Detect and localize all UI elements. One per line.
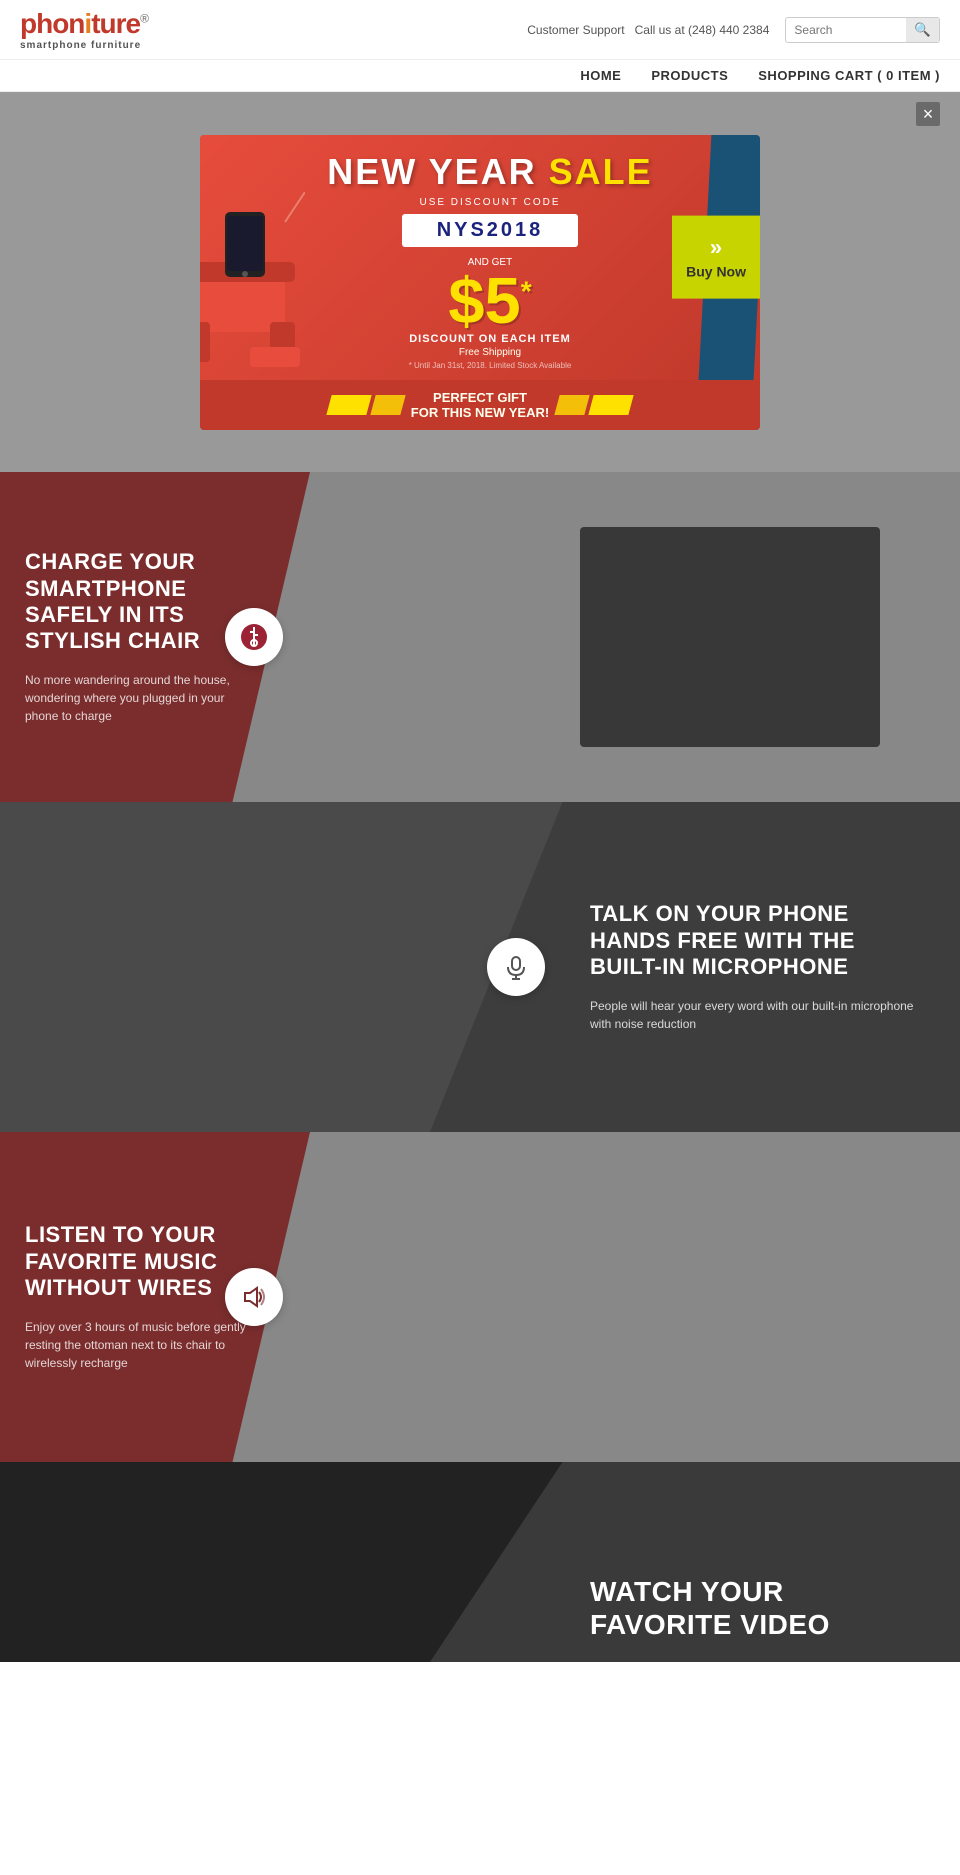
promo-code-box: NYS2018	[402, 214, 579, 247]
promo-arrows-right	[557, 395, 631, 415]
buy-now-button[interactable]: » Buy Now	[672, 216, 760, 299]
logo-text: phoniture®	[20, 8, 148, 40]
feature-2-icon-circle	[487, 938, 545, 996]
feature-3-desc: Enjoy over 3 hours of music before gentl…	[25, 1318, 255, 1372]
header-links: Customer Support Call us at (248) 440 23…	[527, 23, 769, 37]
feature-1-product-image	[580, 527, 880, 747]
promo-gift-text: PERFECT GIFTFOR THIS NEW YEAR!	[411, 390, 549, 420]
nav-products[interactable]: PRODUCTS	[651, 68, 728, 83]
feature-2-title: TALK ON YOUR PHONE HANDS FREE WITH THE B…	[590, 901, 930, 980]
promo-section: ×	[0, 92, 960, 472]
usb-icon	[240, 623, 268, 651]
feature-music-section: LISTEN TO YOUR FAVORITE MUSIC WITHOUT WI…	[0, 1132, 960, 1462]
nav-home[interactable]: HOME	[580, 68, 621, 83]
logo-subtitle: smartphone furniture	[20, 40, 148, 51]
header-right: Customer Support Call us at (248) 440 23…	[527, 17, 940, 43]
search-input[interactable]	[786, 19, 906, 41]
search-box[interactable]: 🔍	[785, 17, 940, 43]
feature-4-title: WATCH YOUR FAVORITE VIDEO	[590, 1575, 930, 1642]
promo-chair-image	[200, 192, 305, 372]
feature-microphone-section: TALK ON YOUR PHONE HANDS FREE WITH THE B…	[0, 802, 960, 1132]
feature-3-icon-circle	[225, 1268, 283, 1326]
promo-discount-text: DISCOUNT ON EACH ITEM	[300, 333, 680, 345]
speaker-icon	[240, 1283, 268, 1311]
promo-free-shipping: Free Shipping	[300, 347, 680, 358]
promo-price: $5*	[300, 268, 680, 333]
main-nav: HOME PRODUCTS SHOPPING CART ( 0 ITEM )	[0, 60, 960, 92]
nav-cart[interactable]: SHOPPING CART ( 0 ITEM )	[758, 68, 940, 83]
feature-1-desc: No more wandering around the house, wond…	[25, 671, 255, 725]
search-icon: 🔍	[914, 22, 931, 37]
promo-banner: NEW YEAR SALE USE DISCOUNT CODE NYS2018 …	[200, 135, 760, 430]
phone-number: Call us at (248) 440 2384	[635, 23, 770, 37]
feature-4-content: WATCH YOUR FAVORITE VIDEO	[530, 1462, 960, 1662]
promo-fine-print: * Until Jan 31st, 2018. Limited Stock Av…	[300, 361, 680, 370]
feature-1-icon-circle	[225, 608, 283, 666]
logo[interactable]: phoniture® smartphone furniture	[20, 8, 148, 51]
customer-support-link[interactable]: Customer Support	[527, 23, 624, 37]
feature-3-title: LISTEN TO YOUR FAVORITE MUSIC WITHOUT WI…	[25, 1222, 255, 1301]
microphone-icon	[502, 953, 530, 981]
promo-close-button[interactable]: ×	[916, 102, 940, 126]
site-header: phoniture® smartphone furniture Customer…	[0, 0, 960, 60]
promo-use-code: USE DISCOUNT CODE	[300, 197, 680, 208]
feature-charge-section: CHARGE YOUR SMARTPHONE SAFELY IN ITS STY…	[0, 472, 960, 802]
search-button[interactable]: 🔍	[906, 18, 939, 42]
promo-arrows-left	[329, 395, 403, 415]
feature-video-section: WATCH YOUR FAVORITE VIDEO	[0, 1462, 960, 1662]
feature-2-content: TALK ON YOUR PHONE HANDS FREE WITH THE B…	[530, 802, 960, 1132]
promo-phone-area	[200, 135, 310, 430]
promo-title: NEW YEAR SALE	[300, 151, 680, 193]
feature-2-desc: People will hear your every word with ou…	[590, 997, 930, 1033]
feature-1-title: CHARGE YOUR SMARTPHONE SAFELY IN ITS STY…	[25, 549, 255, 655]
